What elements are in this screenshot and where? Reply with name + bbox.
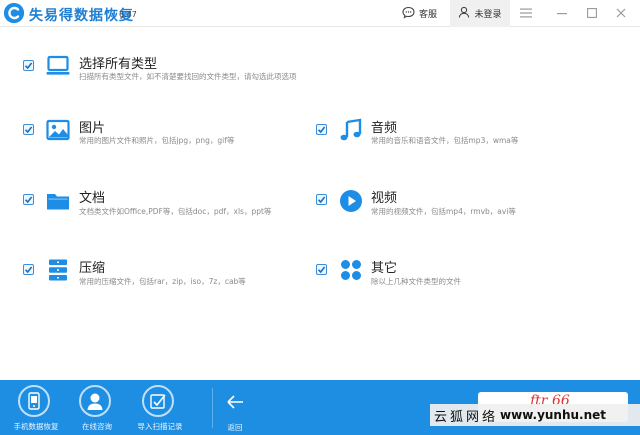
app-version: 6.47 [119, 10, 137, 19]
hamburger-icon [520, 8, 532, 18]
type-desc-other: 除以上几种文件类型的文件 [371, 277, 461, 286]
monitor-icon [46, 54, 70, 78]
type-title-image: 图片 [79, 121, 106, 136]
checkmark-icon [317, 266, 326, 274]
checkbox-other[interactable] [316, 264, 327, 275]
online-consult-label: 在线咨询 [82, 422, 112, 431]
grid-dots-icon [339, 258, 363, 282]
consultant-icon [79, 385, 111, 417]
watermark-url: www.yunhu.net [500, 408, 607, 422]
play-icon [339, 189, 363, 213]
checkbox-all-types[interactable] [23, 60, 34, 71]
checkmark-icon [24, 62, 33, 70]
checkmark-icon [24, 196, 33, 204]
folder-icon [46, 189, 70, 213]
type-title-all: 选择所有类型 [79, 57, 158, 72]
login-label: 未登录 [474, 10, 502, 20]
checkmark-icon [317, 126, 326, 134]
menu-button[interactable] [516, 4, 536, 22]
type-title-other: 其它 [371, 261, 398, 276]
type-title-archive: 压缩 [79, 261, 106, 276]
back-button[interactable]: 返回 [220, 386, 250, 432]
type-title-audio: 音频 [371, 121, 398, 136]
phone-icon [18, 385, 50, 417]
checkbox-archive[interactable] [23, 264, 34, 275]
phone-recovery-button[interactable]: 手机数据恢复 [0, 380, 70, 435]
customer-service-button[interactable]: 客服 [402, 0, 437, 27]
checkbox-image[interactable] [23, 124, 34, 135]
back-label: 返回 [227, 423, 243, 432]
customer-service-label: 客服 [419, 10, 438, 20]
maximize-icon [587, 8, 597, 18]
type-desc-all: 扫描所有类型文件，如不清楚要找回的文件类型，请勾选此项选项 [79, 72, 297, 81]
toolbar-divider [212, 388, 213, 428]
online-consult-button[interactable]: 在线咨询 [61, 380, 131, 435]
type-desc-video: 常用的视频文件，包括mp4，rmvb，avi等 [371, 207, 516, 216]
type-desc-document: 文档类文件如Office,PDF等，包括doc，pdf，xls，ppt等 [79, 207, 272, 216]
chat-bubble-icon [402, 6, 415, 22]
app-logo-icon [4, 3, 24, 23]
import-scan-record-button[interactable]: 导入扫描记录 [124, 380, 194, 435]
type-title-document: 文档 [79, 191, 106, 206]
type-desc-audio: 常用的音乐和语音文件，包括mp3，wma等 [371, 136, 519, 145]
checkbox-audio[interactable] [316, 124, 327, 135]
minimize-button[interactable] [552, 4, 572, 22]
checkmark-icon [24, 126, 33, 134]
checkbox-video[interactable] [316, 194, 327, 205]
picture-icon [46, 118, 70, 142]
login-button[interactable]: 未登录 [450, 0, 510, 27]
title-bar: 失易得数据恢复 6.47 客服 未登录 [0, 0, 640, 27]
watermark-cn: 云狐网络 [434, 409, 499, 425]
user-icon [458, 6, 470, 21]
import-scan-record-label: 导入扫描记录 [137, 422, 183, 431]
close-button[interactable] [611, 4, 631, 22]
checkmark-icon [24, 266, 33, 274]
watermark-banner: 云狐网络 www.yunhu.net [430, 404, 640, 426]
import-record-icon [142, 385, 174, 417]
archive-icon [46, 258, 70, 282]
checkbox-document[interactable] [23, 194, 34, 205]
type-title-video: 视频 [371, 191, 398, 206]
back-arrow-icon [227, 395, 243, 409]
maximize-button[interactable] [582, 4, 602, 22]
close-icon [616, 8, 626, 18]
type-desc-image: 常用的图片文件和照片，包括jpg，png，gif等 [79, 136, 235, 145]
minimize-icon [557, 13, 567, 15]
type-desc-archive: 常用的压缩文件，包括rar，zip，iso，7z，cab等 [79, 277, 246, 286]
checkmark-icon [317, 196, 326, 204]
music-note-icon [339, 118, 363, 142]
